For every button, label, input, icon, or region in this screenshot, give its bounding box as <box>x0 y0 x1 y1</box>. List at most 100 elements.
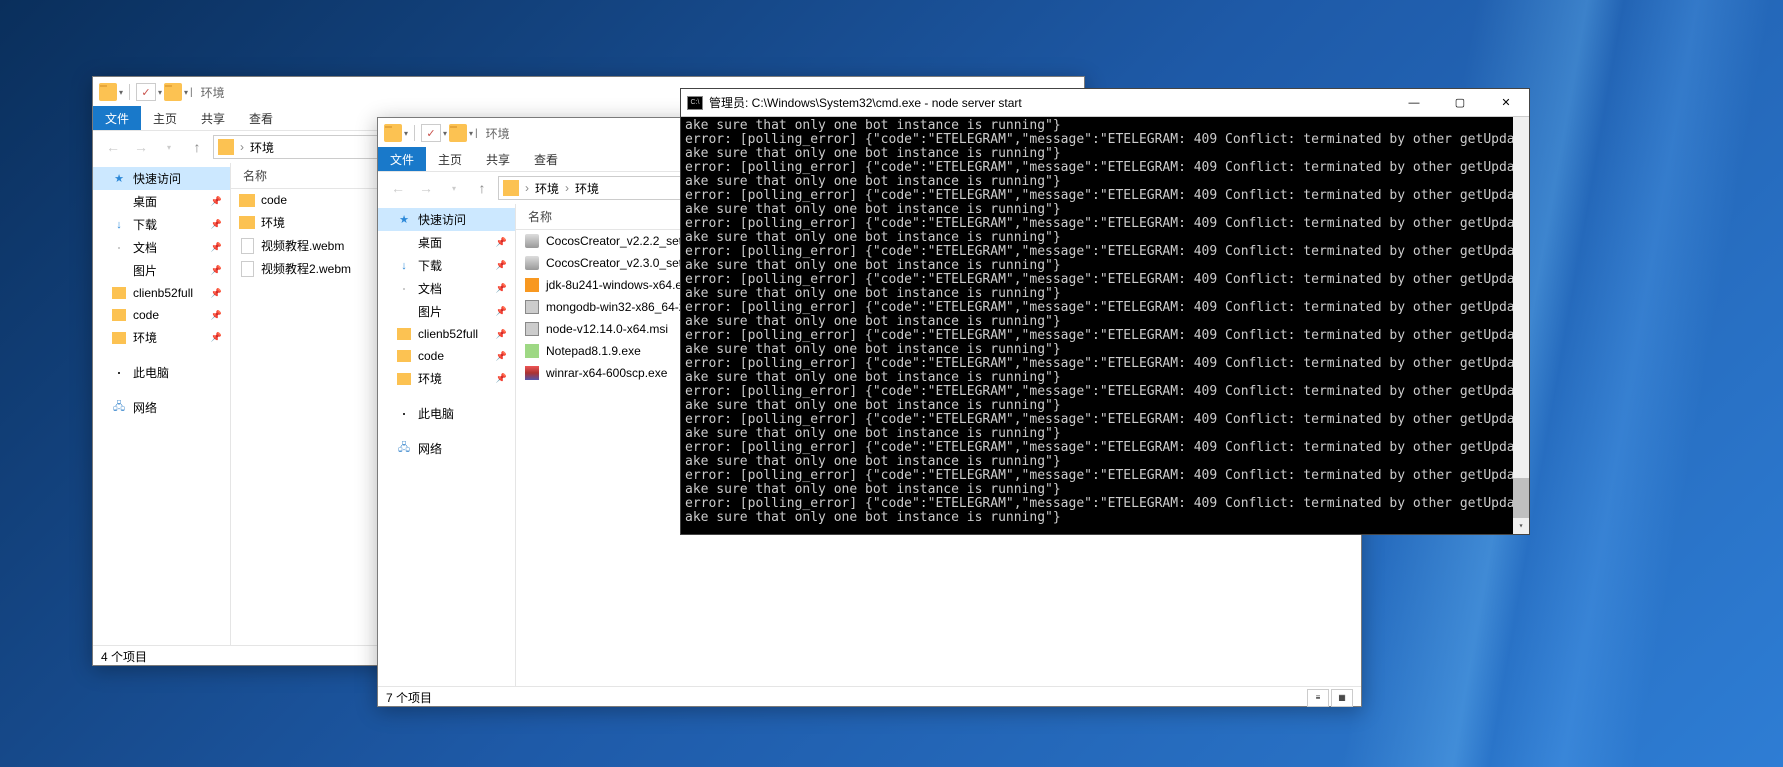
tab-view[interactable]: 查看 <box>237 106 285 130</box>
column-name[interactable]: 名称 <box>516 208 552 225</box>
up-button[interactable]: ↑ <box>185 135 209 159</box>
sidebar-item-desktop[interactable]: 桌面📌 <box>93 190 230 213</box>
sidebar-item-download[interactable]: ↓下载📌 <box>93 213 230 236</box>
terminal-line: error: [polling_error] {"code":"ETELEGRA… <box>685 441 1525 455</box>
terminal-output[interactable]: ake sure that only one bot instance is r… <box>681 117 1529 534</box>
tab-home[interactable]: 主页 <box>141 106 189 130</box>
chevron-right-icon[interactable]: › <box>525 181 529 195</box>
dropdown-icon[interactable]: ▾ <box>469 129 473 138</box>
sidebar-item-doc[interactable]: 文档📌 <box>378 277 515 300</box>
dropdown-icon[interactable]: ▾ <box>442 176 466 200</box>
terminal-line: ake sure that only one bot instance is r… <box>685 399 1525 413</box>
sidebar-label: 图片 <box>418 303 507 320</box>
qat-button[interactable]: ✓ <box>421 124 441 142</box>
sidebar-item-folder[interactable]: code📌 <box>93 304 230 326</box>
sidebar-item-star[interactable]: ★快速访问 <box>93 167 230 190</box>
view-details-icon[interactable]: ≡ <box>1307 689 1329 707</box>
tab-share[interactable]: 共享 <box>474 147 522 171</box>
dropdown-icon[interactable]: ▾ <box>184 88 188 97</box>
terminal-line: ake sure that only one bot instance is r… <box>685 231 1525 245</box>
breadcrumb-item[interactable]: 环境 <box>246 139 278 156</box>
folder-icon <box>164 83 182 101</box>
cmd-titlebar[interactable]: C:\ 管理员: C:\Windows\System32\cmd.exe - n… <box>681 89 1529 117</box>
file-name: jdk-8u241-windows-x64.exe <box>546 278 695 292</box>
dropdown-icon[interactable]: ▾ <box>404 129 408 138</box>
item-count: 7 个项目 <box>386 689 432 706</box>
dropdown-icon[interactable]: ▾ <box>443 129 447 138</box>
terminal-line: error: [polling_error] {"code":"ETELEGRA… <box>685 217 1525 231</box>
sidebar-label: 桌面 <box>418 234 507 251</box>
cmd-icon: C:\ <box>687 96 703 110</box>
qat-button[interactable]: ✓ <box>136 83 156 101</box>
back-button[interactable]: ← <box>101 135 125 159</box>
tab-view[interactable]: 查看 <box>522 147 570 171</box>
terminal-line: error: [polling_error] {"code":"ETELEGRA… <box>685 133 1525 147</box>
sidebar-item-folder[interactable]: clienb52full📌 <box>93 282 230 304</box>
java-icon <box>524 277 540 293</box>
sidebar-item-pic[interactable]: 图片📌 <box>93 259 230 282</box>
dropdown-icon[interactable]: ▾ <box>158 88 162 97</box>
sidebar-item-desktop[interactable]: 桌面📌 <box>378 231 515 254</box>
tab-file[interactable]: 文件 <box>378 147 426 171</box>
terminal-line: error: [polling_error] {"code":"ETELEGRA… <box>685 161 1525 175</box>
folder-icon <box>218 139 234 155</box>
window-title: 环境 <box>486 125 510 142</box>
up-button[interactable]: ↑ <box>470 176 494 200</box>
sidebar-label: code <box>133 308 222 322</box>
chevron-right-icon[interactable]: › <box>565 181 569 195</box>
terminal-line: error: [polling_error] {"code":"ETELEGRA… <box>685 357 1525 371</box>
sidebar-item-folder[interactable]: code📌 <box>378 345 515 367</box>
sidebar-label: code <box>418 349 507 363</box>
sidebar-label: 环境 <box>133 329 222 346</box>
dropdown-icon[interactable]: ▾ <box>119 88 123 97</box>
sidebar-label: clienb52full <box>418 327 507 341</box>
tab-share[interactable]: 共享 <box>189 106 237 130</box>
minimize-button[interactable]: — <box>1391 89 1437 117</box>
divider <box>129 84 130 100</box>
scroll-down-icon[interactable]: ▾ <box>1513 518 1529 534</box>
sidebar-item-doc[interactable]: 文档📌 <box>93 236 230 259</box>
breadcrumb-item[interactable]: 环境 <box>531 180 563 197</box>
terminal-line: ake sure that only one bot instance is r… <box>685 427 1525 441</box>
close-button[interactable]: ✕ <box>1483 89 1529 117</box>
scrollbar[interactable]: ▾ <box>1513 117 1529 534</box>
pin-icon: 📌 <box>496 260 507 271</box>
file-name: mongodb-win32-x86_64-2 <box>546 300 685 314</box>
terminal-line: ake sure that only one bot instance is r… <box>685 147 1525 161</box>
sidebar-item-pic[interactable]: 图片📌 <box>378 300 515 323</box>
terminal-line: ake sure that only one bot instance is r… <box>685 343 1525 357</box>
breadcrumb-item[interactable]: 环境 <box>571 180 603 197</box>
chevron-right-icon[interactable]: › <box>240 140 244 154</box>
sidebar-item-net[interactable]: 🖧网络 <box>378 437 515 460</box>
sidebar-item-pc[interactable]: 此电脑 <box>93 361 230 384</box>
forward-button[interactable]: → <box>129 135 153 159</box>
tab-file[interactable]: 文件 <box>93 106 141 130</box>
tab-home[interactable]: 主页 <box>426 147 474 171</box>
sidebar: ★快速访问桌面📌↓下载📌文档📌图片📌clienb52full📌code📌环境📌此… <box>378 204 516 686</box>
forward-button[interactable]: → <box>414 176 438 200</box>
pin-icon: 📌 <box>496 306 507 317</box>
file-name: winrar-x64-600scp.exe <box>546 366 667 380</box>
back-button[interactable]: ← <box>386 176 410 200</box>
sidebar-item-folder[interactable]: 环境📌 <box>93 326 230 349</box>
column-name[interactable]: 名称 <box>231 167 267 184</box>
sidebar-label: 环境 <box>418 370 507 387</box>
pin-icon: 📌 <box>496 351 507 362</box>
terminal-line: error: [polling_error] {"code":"ETELEGRA… <box>685 413 1525 427</box>
terminal-line: ake sure that only one bot instance is r… <box>685 203 1525 217</box>
exe-icon <box>524 233 540 249</box>
terminal-line: ake sure that only one bot instance is r… <box>685 315 1525 329</box>
view-icons-icon[interactable]: ▦ <box>1331 689 1353 707</box>
scrollbar-thumb[interactable] <box>1513 478 1529 518</box>
maximize-button[interactable]: ▢ <box>1437 89 1483 117</box>
sidebar-item-download[interactable]: ↓下载📌 <box>378 254 515 277</box>
folder-icon <box>239 192 255 208</box>
terminal-line: error: [polling_error] {"code":"ETELEGRA… <box>685 301 1525 315</box>
sidebar-item-net[interactable]: 🖧网络 <box>93 396 230 419</box>
sidebar-item-pc[interactable]: 此电脑 <box>378 402 515 425</box>
sidebar-item-star[interactable]: ★快速访问 <box>378 208 515 231</box>
sidebar-item-folder[interactable]: clienb52full📌 <box>378 323 515 345</box>
dropdown-icon[interactable]: ▾ <box>157 135 181 159</box>
sidebar-item-folder[interactable]: 环境📌 <box>378 367 515 390</box>
sidebar-label: 此电脑 <box>418 405 507 422</box>
